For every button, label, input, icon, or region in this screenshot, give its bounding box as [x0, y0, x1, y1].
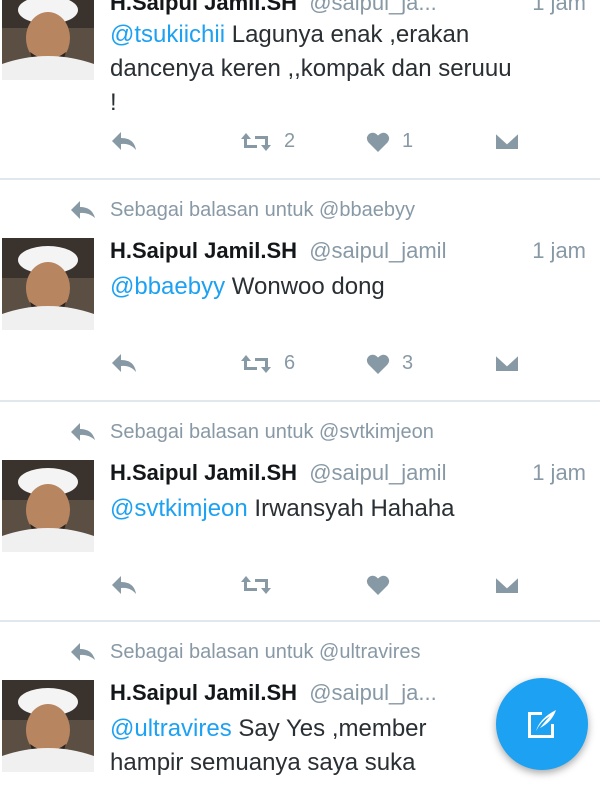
tweet-text-line: Lagunya enak ,erakan — [225, 21, 470, 48]
like-button[interactable]: 3 — [366, 352, 413, 375]
like-button[interactable] — [366, 574, 402, 596]
direct-message-button[interactable] — [494, 352, 520, 374]
tweet-text: @bbaebyy Wonwoo dong — [110, 270, 550, 304]
heart-icon — [366, 354, 390, 374]
reply-context: Sebagai balasan untuk @bbaebyy — [70, 195, 415, 225]
like-count: 3 — [402, 352, 414, 374]
compose-tweet-icon — [528, 710, 556, 738]
reply-icon — [112, 132, 136, 150]
tweet-time[interactable]: 1 jam — [532, 0, 586, 16]
reply-button[interactable] — [110, 574, 138, 596]
heart-icon — [366, 575, 390, 595]
tweet-3[interactable]: Sebagai balasan untuk @svtkimjeon H.Saip… — [0, 402, 600, 620]
avatar[interactable] — [2, 238, 94, 330]
reply-icon — [112, 354, 136, 372]
direct-message-button[interactable] — [494, 130, 520, 152]
tweet-actions — [110, 574, 530, 604]
tweet-header: H.Saipul Jamil.SH @saipul_jamil 1 jam — [110, 238, 586, 268]
reply-context: Sebagai balasan untuk @svtkimjeon — [70, 417, 434, 447]
tweet-text-line: dancenya keren ,,kompak dan seruuu — [110, 55, 512, 82]
tweet-text-line: Wonwoo dong — [225, 273, 385, 300]
reply-context-icon — [71, 201, 95, 219]
avatar-image — [2, 680, 94, 772]
author-name[interactable]: H.Saipul Jamil.SH — [110, 0, 297, 15]
reply-button[interactable] — [110, 130, 138, 152]
reply-button[interactable] — [110, 352, 138, 374]
retweet-button[interactable] — [240, 574, 284, 596]
heart-icon — [366, 132, 390, 152]
tweet-text-line: hampir semuanya saya suka — [110, 749, 416, 776]
compose-tweet-button[interactable] — [496, 678, 588, 770]
envelope-icon — [494, 131, 520, 151]
tweet-text-line: Irwansyah Hahaha — [247, 495, 455, 522]
avatar[interactable] — [2, 680, 94, 772]
tweet-1[interactable]: H.Saipul Jamil.SH @saipul_ja... 1 jam @t… — [0, 0, 600, 178]
direct-message-button[interactable] — [494, 574, 520, 596]
like-count: 1 — [402, 130, 414, 152]
reply-context: Sebagai balasan untuk @ultravires — [70, 637, 421, 667]
reply-context-text[interactable]: Sebagai balasan untuk @svtkimjeon — [110, 421, 434, 444]
avatar-image — [2, 0, 94, 80]
retweet-icon — [241, 576, 271, 594]
author-handle[interactable]: @saipul_jamil — [309, 238, 446, 263]
mention-link[interactable]: @bbaebyy — [110, 273, 225, 300]
reply-context-text[interactable]: Sebagai balasan untuk @bbaebyy — [110, 199, 415, 222]
author-handle[interactable]: @saipul_jamil — [309, 460, 446, 485]
retweet-icon — [241, 132, 271, 151]
envelope-icon — [494, 575, 520, 595]
tweet-text-line: Say Yes ,member — [231, 715, 427, 742]
mention-link[interactable]: @ultravires — [110, 715, 232, 742]
author-name[interactable]: H.Saipul Jamil.SH — [110, 460, 297, 485]
tweet-header: H.Saipul Jamil.SH @saipul_ja... 1 jam — [110, 0, 586, 20]
tweet-text-line: ! — [110, 89, 117, 116]
envelope-icon — [494, 353, 520, 373]
author-handle[interactable]: @saipul_ja... — [309, 680, 437, 705]
retweet-icon — [241, 354, 271, 373]
tweet-text: @ultravires Say Yes ,member hampir semua… — [110, 712, 550, 780]
retweet-count: 6 — [284, 352, 296, 374]
like-button[interactable]: 1 — [366, 130, 413, 153]
tweet-text: @svtkimjeon Irwansyah Hahaha — [110, 492, 550, 526]
tweet-time[interactable]: 1 jam — [532, 460, 586, 486]
retweet-button[interactable]: 6 — [240, 352, 295, 375]
tweet-time[interactable]: 1 jam — [532, 238, 586, 264]
avatar-image — [2, 238, 94, 330]
tweet-actions: 6 3 — [110, 352, 530, 382]
retweet-count: 2 — [284, 130, 296, 152]
author-name[interactable]: H.Saipul Jamil.SH — [110, 238, 297, 263]
reply-context-icon — [71, 643, 95, 661]
tweet-header: H.Saipul Jamil.SH @saipul_jamil 1 jam — [110, 460, 586, 490]
avatar-image — [2, 460, 94, 552]
tweet-actions: 2 1 — [110, 130, 530, 160]
retweet-button[interactable]: 2 — [240, 130, 295, 153]
avatar[interactable] — [2, 460, 94, 552]
mention-link[interactable]: @tsukiichii — [110, 21, 225, 48]
mention-link[interactable]: @svtkimjeon — [110, 495, 248, 522]
author-name[interactable]: H.Saipul Jamil.SH — [110, 680, 297, 705]
avatar[interactable] — [2, 0, 94, 80]
reply-context-icon — [71, 423, 95, 441]
reply-context-text[interactable]: Sebagai balasan untuk @ultravires — [110, 641, 421, 664]
reply-icon — [112, 576, 136, 594]
tweet-text: @tsukiichii Lagunya enak ,erakan danceny… — [110, 18, 550, 120]
author-handle[interactable]: @saipul_ja... — [309, 0, 437, 15]
tweet-2[interactable]: Sebagai balasan untuk @bbaebyy H.Saipul … — [0, 180, 600, 400]
